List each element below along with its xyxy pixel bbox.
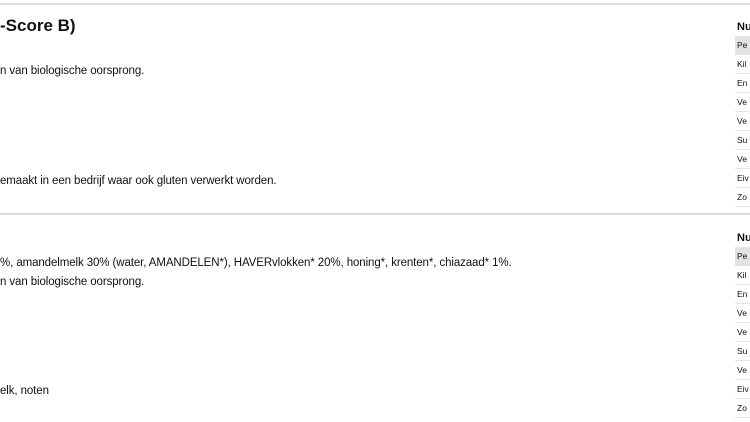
nutrition-row: Zo <box>735 399 750 418</box>
nutrition-row: Eiv <box>735 169 750 188</box>
gluten-note: emaakt in een bedrijf waar ook gluten ve… <box>0 175 277 187</box>
allergens-line: elk, noten <box>0 385 49 397</box>
ingredients-line: %, amandelmelk 30% (water, AMANDELEN*), … <box>0 257 512 269</box>
nutrition-row: En <box>735 285 750 304</box>
nutrition-panel-header: Nu <box>737 21 750 33</box>
nutrition-row: Ve <box>735 323 750 342</box>
section-divider-top <box>0 3 750 5</box>
origin-note: n van biologische oorsprong. <box>0 276 145 288</box>
section-title: -Score B) <box>0 16 76 35</box>
nutrition-row: Zo <box>735 188 750 207</box>
nutrition-row: Su <box>735 131 750 150</box>
origin-note: n van biologische oorsprong. <box>0 65 145 77</box>
recipe-page: -Score B) n van biologische oorsprong. e… <box>0 0 750 422</box>
nutrition-row: Ve <box>735 361 750 380</box>
nutrition-row: Ve <box>735 112 750 131</box>
nutrition-row: Eiv <box>735 380 750 399</box>
nutrition-row: Ve <box>735 304 750 323</box>
nutrition-panel-header: Nu <box>737 232 750 244</box>
nutrition-row: Ve <box>735 150 750 169</box>
nutrition-panel: Nu Pe Kil En Ve Ve Su Ve Eiv Zo <box>735 18 750 207</box>
section-divider-middle <box>0 213 750 215</box>
nutrition-row: Pe <box>735 36 750 55</box>
nutrition-row: Ve <box>735 93 750 112</box>
nutrition-row: Kil <box>735 266 750 285</box>
nutrition-row: En <box>735 74 750 93</box>
nutrition-row: Kil <box>735 55 750 74</box>
nutrition-panel: Nu Pe Kil En Ve Ve Su Ve Eiv Zo <box>735 229 750 418</box>
nutrition-row: Su <box>735 342 750 361</box>
nutrition-row: Pe <box>735 247 750 266</box>
